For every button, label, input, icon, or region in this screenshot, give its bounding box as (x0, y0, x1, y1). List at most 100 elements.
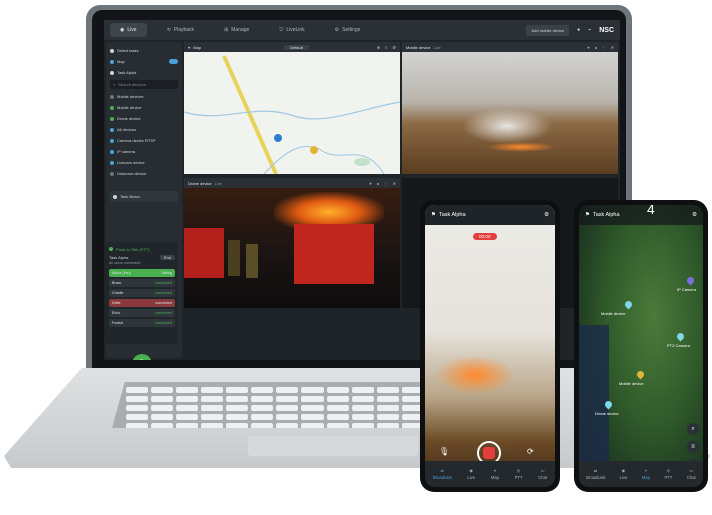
device-item[interactable]: Camera device RTSP (110, 135, 178, 146)
ptt-member[interactable]: Echo connected (109, 309, 175, 317)
select-tasks-row[interactable]: Select tasks (110, 45, 178, 56)
volume-icon[interactable]: ◂ (595, 45, 597, 50)
member-status: connected (155, 311, 172, 315)
device-status-icon (110, 138, 114, 143)
gear-icon[interactable]: ⚙ (692, 212, 697, 218)
ptt-header-label: Push-to-Talk (PTT) (116, 246, 150, 252)
phone-right-header: ⚑ Task Alpha ⚙ (579, 205, 703, 225)
device-search-input[interactable]: ⌕ Search devices... (110, 80, 178, 89)
nav-live[interactable]: ◉ Live (620, 468, 628, 480)
chat-icon: ▭ (540, 468, 545, 473)
nav-broadcast[interactable]: ⇄ Broadcast (586, 468, 605, 480)
pin-label: Mobile device (619, 381, 644, 386)
team-icon (113, 194, 117, 199)
device-item[interactable]: All devices (110, 124, 178, 135)
device-item[interactable]: Mobile devices (110, 91, 178, 102)
map-canvas[interactable] (184, 42, 400, 174)
nav-ptt[interactable]: ◎ PTT (664, 468, 672, 480)
nav-live[interactable]: ◉ Live (467, 468, 475, 480)
close-icon[interactable]: ✕ (393, 181, 396, 186)
keyboard-key (201, 396, 224, 402)
device-pin-icon[interactable] (310, 146, 318, 154)
ptt-member[interactable]: Delta connected (109, 299, 175, 307)
device-status-icon (110, 149, 114, 154)
device-item[interactable]: Livecam device (110, 157, 178, 168)
nav-ptt[interactable]: ◎ PTT (515, 468, 523, 480)
target-icon[interactable]: ⊕ (377, 45, 380, 50)
search-icon[interactable]: ⌕ (687, 423, 699, 435)
device-item[interactable]: IP camera (110, 146, 178, 157)
ptt-member[interactable]: Foxtrot connected (109, 319, 175, 327)
map-layer-select[interactable]: Default (284, 44, 309, 50)
pin-icon[interactable]: ⌖ (587, 45, 589, 50)
phone-right: ⚑ Task Alpha ⚙ 4 IP Camera Mobile device… (574, 200, 708, 492)
video-pane-mobile[interactable]: Mobile device Live ⌖ ◂ ⋮ ✕ (402, 42, 618, 174)
map-icon (110, 59, 114, 64)
ptt-member[interactable]: Alpha (You) Talking (109, 269, 175, 277)
map-park (354, 158, 370, 166)
nav-map[interactable]: ⌖ Map (642, 468, 650, 480)
task-bravo-label: Task Bravo (120, 194, 140, 199)
map-toggle[interactable] (169, 59, 178, 64)
map-toggle-row[interactable]: Map (110, 56, 178, 67)
layers-icon[interactable]: ≡ (385, 45, 387, 50)
sidebar: Select tasks Map Task Alpha ⌕ Search dev… (106, 42, 182, 360)
device-pin-icon[interactable] (623, 299, 634, 310)
gear-icon[interactable]: ⚙ (392, 45, 396, 50)
keyboard-key (151, 387, 174, 393)
gear-icon[interactable]: ⚙ (544, 212, 549, 218)
keyboard-key (176, 405, 199, 411)
keyboard-key (351, 405, 374, 411)
chat-icon: ▭ (689, 468, 694, 473)
device-pin-icon[interactable] (274, 134, 282, 142)
device-pin-icon[interactable] (675, 331, 686, 342)
team-icon: ⚑ (585, 212, 590, 218)
close-icon[interactable]: ✕ (611, 45, 614, 50)
task-alpha-row[interactable]: Task Alpha (110, 67, 178, 78)
video-pane-drone[interactable]: Drone device Live ⌖ ◂ ⋮ ✕ (184, 178, 400, 308)
fire-truck-graphic (294, 224, 374, 284)
map-pane[interactable]: ⌖ Map Default ⊕ ≡ ⚙ (184, 42, 400, 174)
user-icon[interactable]: ● (577, 27, 580, 33)
tab-livelink[interactable]: ⎋ LiveLink (269, 23, 314, 37)
pane-subtitle: Live (214, 180, 222, 186)
device-pin-icon[interactable] (635, 369, 646, 380)
keyboard-key (201, 405, 224, 411)
nav-map[interactable]: ⌖ Map (491, 468, 499, 480)
keyboard-key (126, 396, 149, 402)
keyboard-key (176, 396, 199, 402)
add-mobile-device-button[interactable]: Add mobile device (526, 24, 570, 36)
ptt-end-button[interactable]: End (159, 254, 175, 260)
microphone-icon[interactable]: 🎙 (439, 447, 449, 456)
map-road (222, 55, 278, 174)
pin-icon[interactable]: ⌖ (369, 181, 371, 186)
tab-live[interactable]: ◉ Live (110, 23, 147, 37)
keyboard-key (326, 387, 349, 393)
layers-icon[interactable]: ≡ (687, 441, 699, 453)
device-item[interactable]: Unknown device (110, 168, 178, 179)
camera-switch-icon[interactable]: ⟳ (527, 447, 534, 456)
keyboard-key (226, 414, 249, 420)
mic-button[interactable]: 🎙 (132, 354, 152, 360)
keyboard-key (351, 414, 374, 420)
pin-label: PTZ Camera (667, 343, 690, 348)
folder-icon (110, 94, 114, 99)
task-bravo-row[interactable]: Task Bravo (110, 191, 178, 202)
recording-badge: 00:00 (473, 233, 497, 240)
tab-manage[interactable]: ⊞ Manage (214, 23, 259, 37)
nav-chat[interactable]: ▭ Chat (687, 468, 696, 480)
more-icon[interactable]: ⋮ (384, 181, 388, 186)
volume-icon[interactable]: ◂ (377, 181, 379, 186)
ptt-member[interactable]: Charlie connected (109, 289, 175, 297)
tab-playback[interactable]: ⟲ Playback (157, 23, 205, 37)
nav-broadcast[interactable]: ⇄ Broadcast (433, 468, 452, 480)
device-pin-icon[interactable] (685, 275, 696, 286)
nav-chat[interactable]: ▭ Chat (538, 468, 547, 480)
tab-label: Settings (342, 27, 361, 33)
ptt-member[interactable]: Bravo connected (109, 279, 175, 287)
tab-settings[interactable]: ⚙ Settings (325, 23, 371, 37)
device-item[interactable]: Drone device (110, 113, 178, 124)
more-icon[interactable]: ⋮ (602, 45, 606, 50)
device-item[interactable]: Mobile device (110, 102, 178, 113)
pane-title: Drone device (188, 180, 212, 186)
